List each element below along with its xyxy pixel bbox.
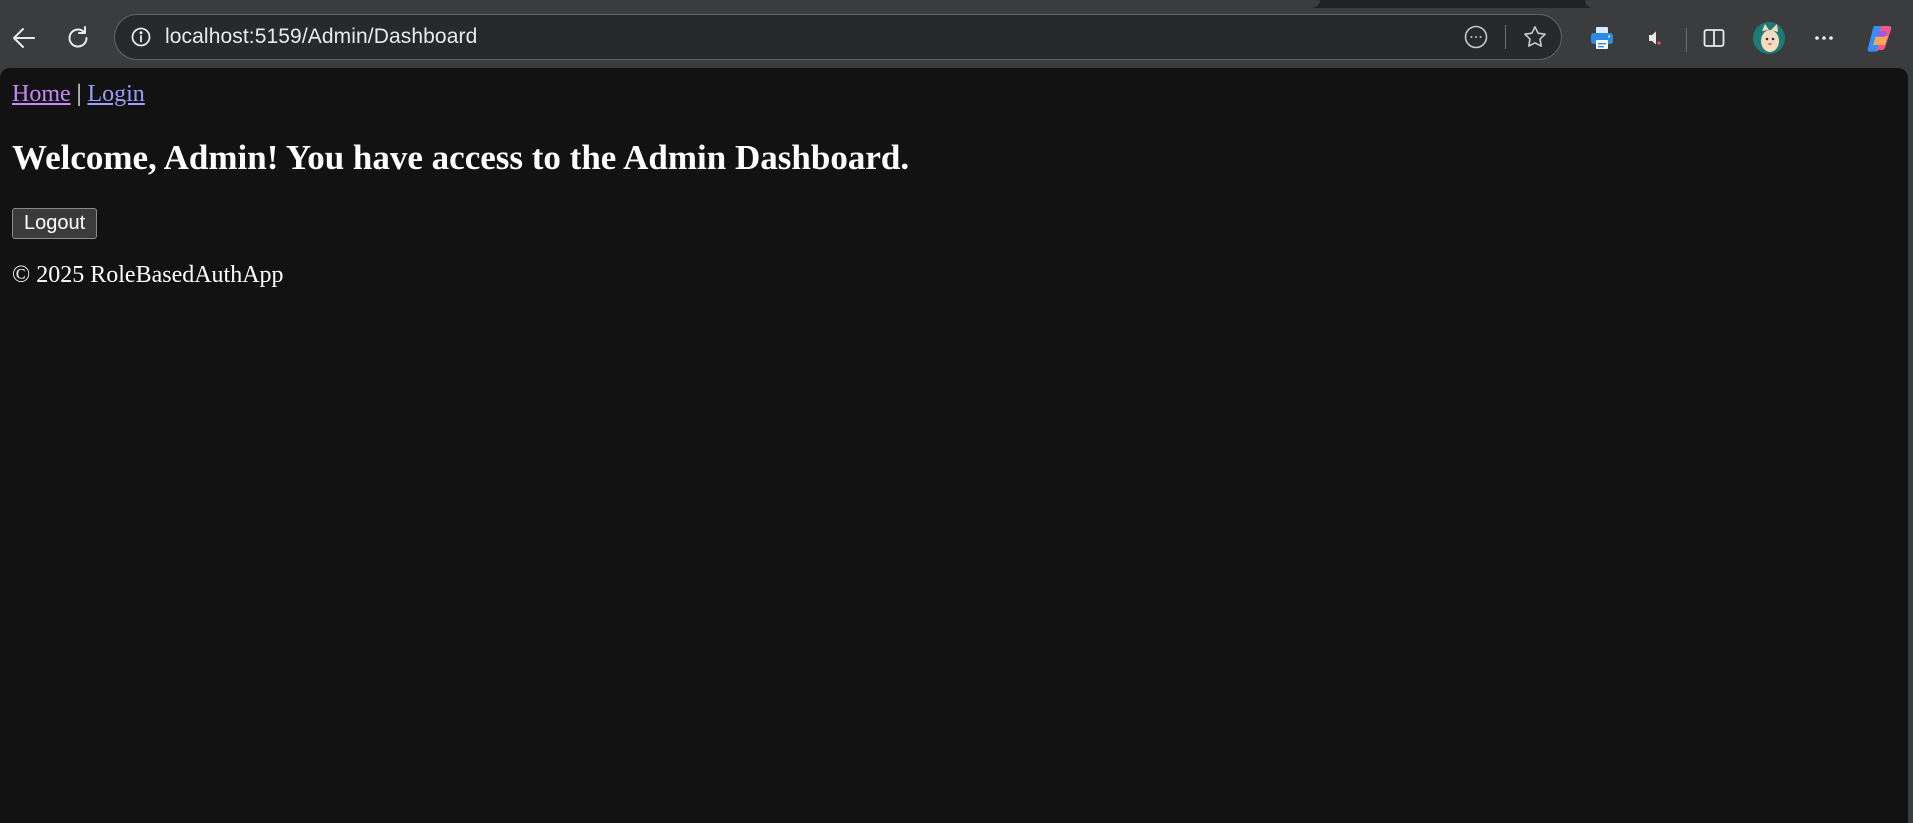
printer-extension-icon xyxy=(1588,24,1616,52)
footer-copyright: © 2025 RoleBasedAuthApp xyxy=(12,262,284,288)
address-bar[interactable]: localhost:5159/Admin/Dashboard xyxy=(114,14,1562,60)
menu-button[interactable] xyxy=(1804,18,1844,58)
more-circle-icon[interactable] xyxy=(1463,24,1489,50)
media-button[interactable] xyxy=(1632,18,1672,58)
page-viewport: Home | Login Welcome, Admin! You have ac… xyxy=(0,68,1908,823)
split-screen-icon xyxy=(1701,25,1727,51)
page-content: Home | Login Welcome, Admin! You have ac… xyxy=(0,68,1908,299)
browser-toolbar: localhost:5159/Admin/Dashboard xyxy=(0,8,1913,68)
info-icon[interactable] xyxy=(129,25,153,49)
address-divider xyxy=(1505,25,1506,49)
inactive-tab-edge[interactable] xyxy=(1585,0,1913,8)
home-link[interactable]: Home xyxy=(12,81,71,107)
site-nav: Home | Login xyxy=(12,80,1896,108)
speaker-icon xyxy=(1640,26,1664,50)
logout-button[interactable]: Logout xyxy=(12,208,98,239)
profile-button[interactable] xyxy=(1749,18,1789,58)
star-icon[interactable] xyxy=(1522,24,1548,50)
copilot-icon xyxy=(1864,22,1896,54)
login-link[interactable]: Login xyxy=(87,81,144,107)
page-title: Welcome, Admin! You have access to the A… xyxy=(12,138,910,177)
extension-button[interactable] xyxy=(1582,18,1622,58)
reload-icon xyxy=(64,24,92,52)
tab-strip xyxy=(0,0,1913,8)
ellipsis-icon xyxy=(1811,25,1837,51)
arrow-left-icon xyxy=(10,24,38,52)
active-tab-edge[interactable] xyxy=(0,0,1320,8)
avatar xyxy=(1752,21,1786,55)
url-text[interactable]: localhost:5159/Admin/Dashboard xyxy=(165,15,477,59)
copilot-button[interactable] xyxy=(1860,18,1900,58)
nav-separator: | xyxy=(76,81,82,107)
split-screen-button[interactable] xyxy=(1694,18,1734,58)
toolbar-divider xyxy=(1686,28,1687,52)
back-button[interactable] xyxy=(4,18,44,58)
reload-button[interactable] xyxy=(58,18,98,58)
